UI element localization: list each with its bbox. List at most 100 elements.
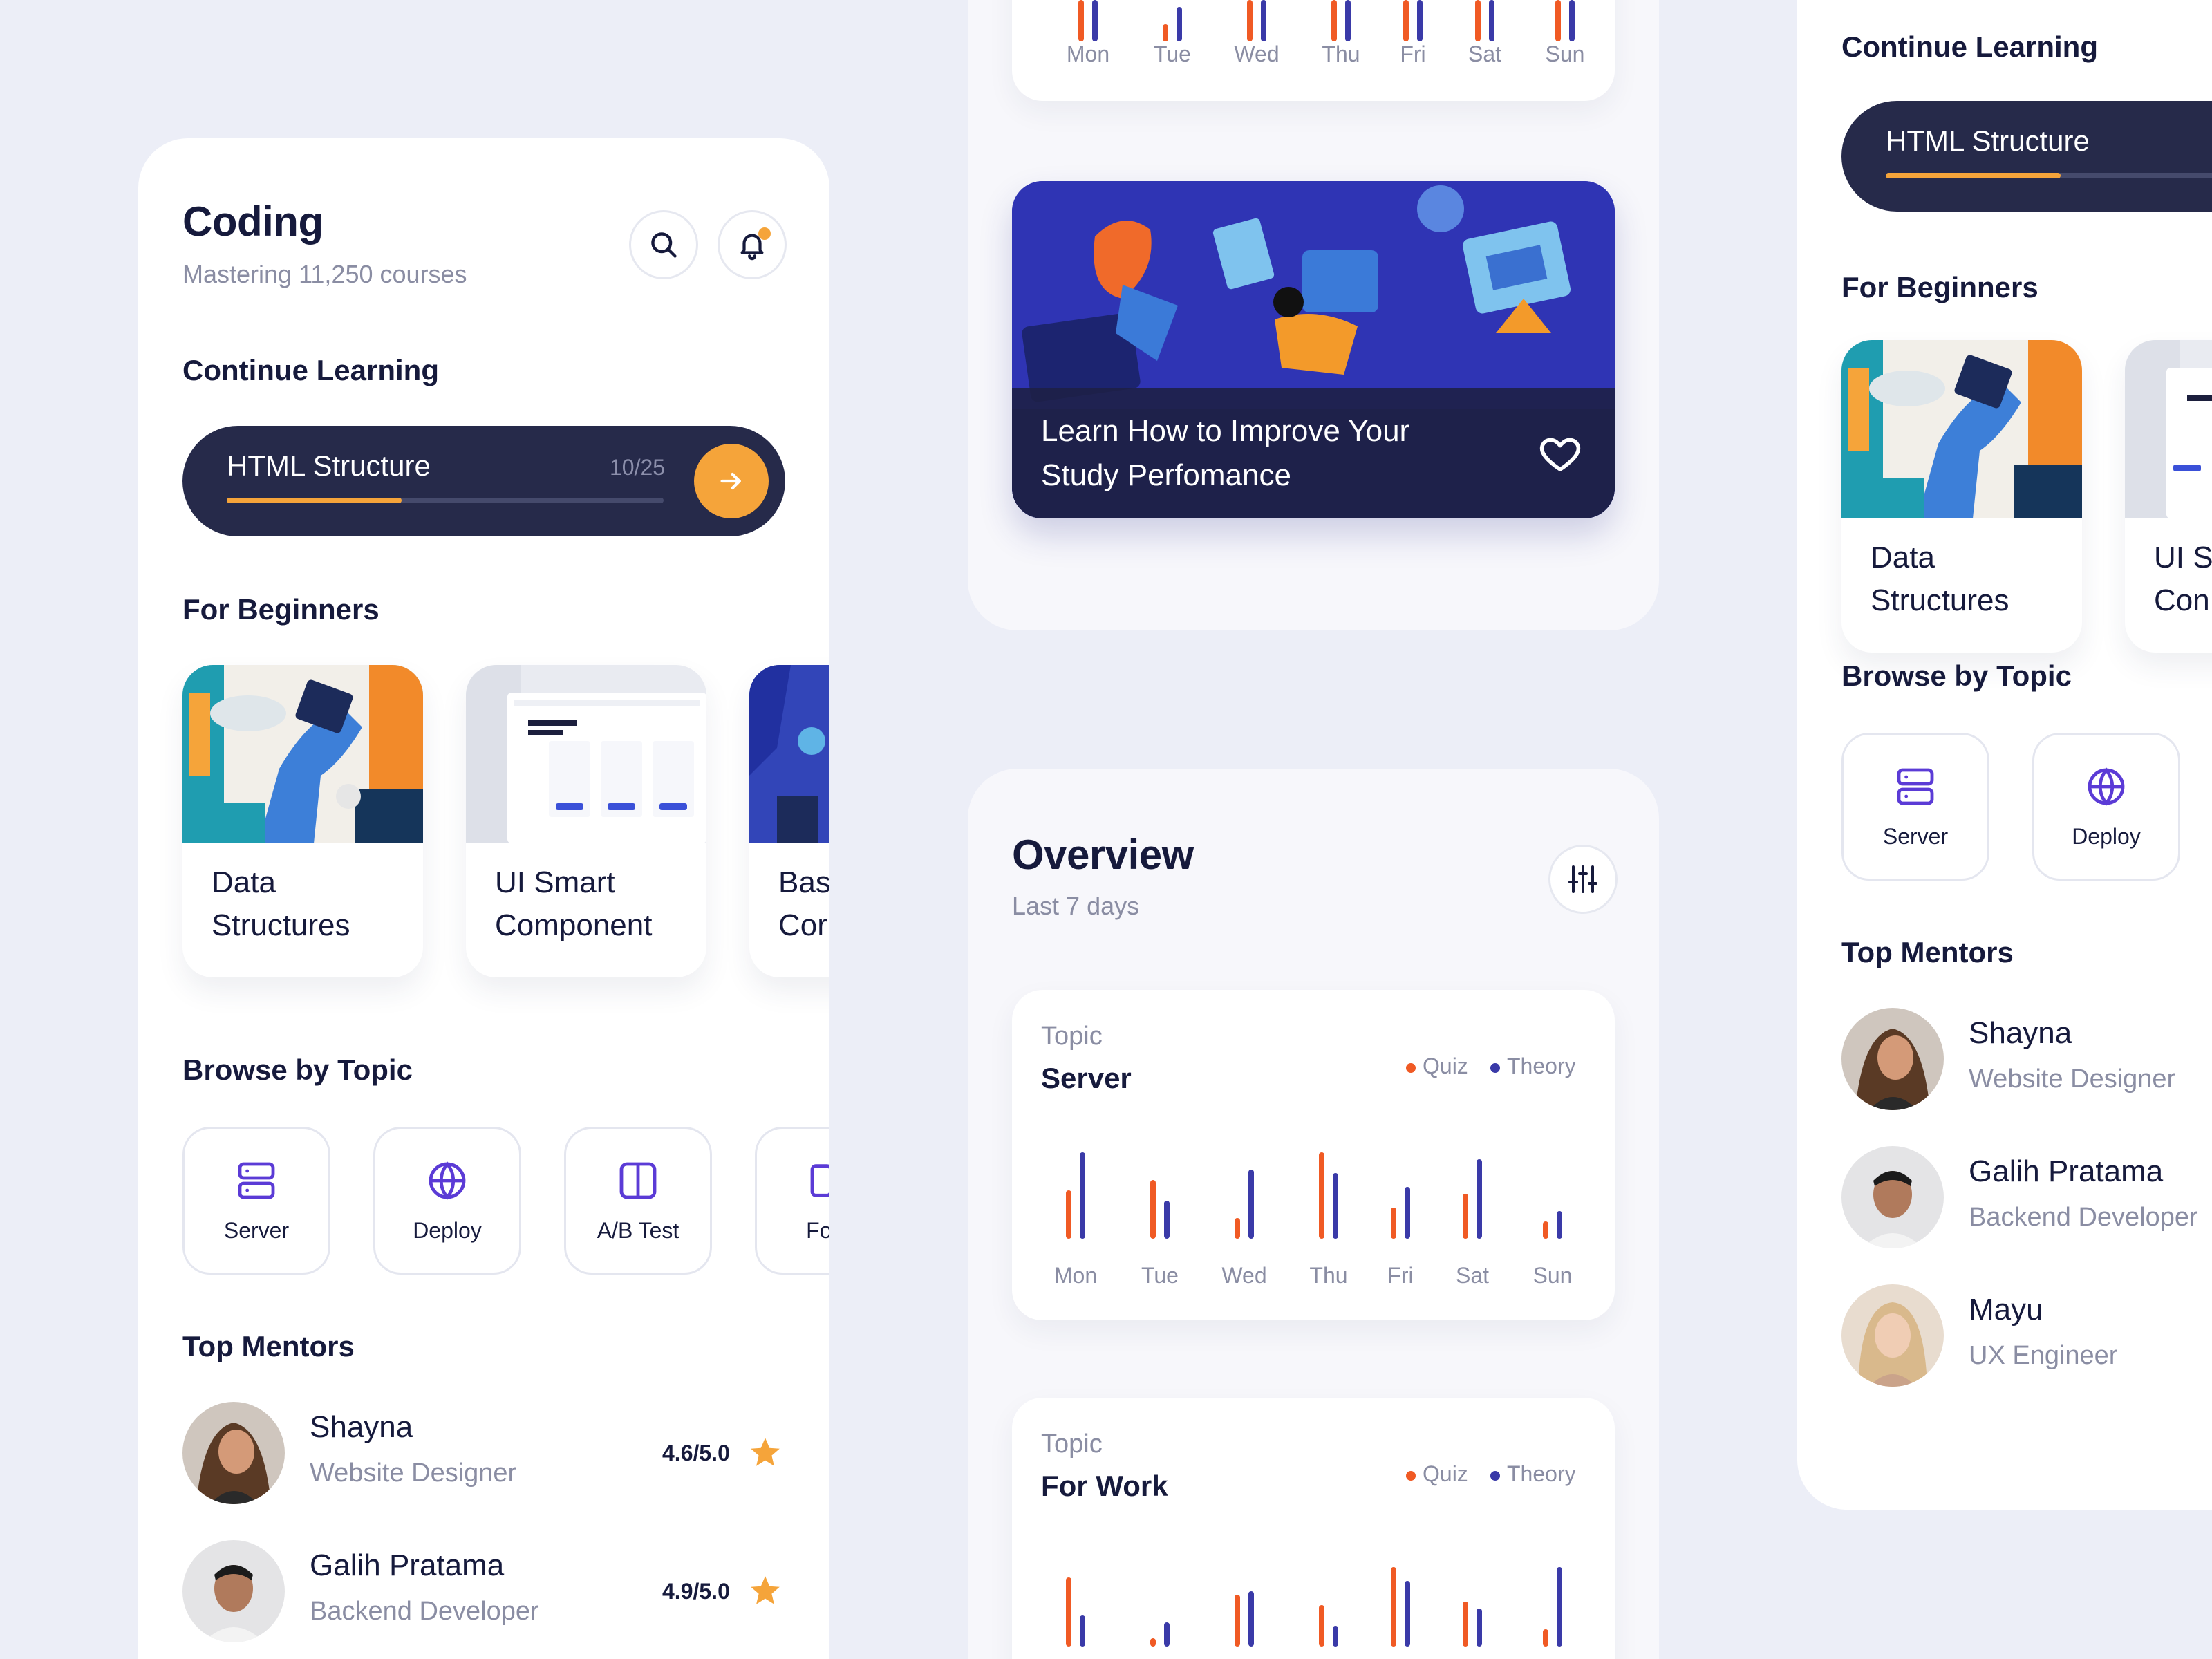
star-icon	[751, 1438, 780, 1466]
mentor-name: Shayna	[310, 1410, 413, 1444]
course-thumbnail	[182, 665, 423, 843]
topic-deploy[interactable]: Deploy	[2032, 733, 2180, 881]
continue-learning-heading: Continue Learning	[182, 354, 439, 386]
continue-course-pill[interactable]: HTML Structure 10/25	[182, 426, 785, 536]
topic-ab-test[interactable]: A/B Test	[564, 1127, 712, 1275]
mentor-name: Galih Pratama	[310, 1548, 505, 1582]
bar-wed-quiz	[1235, 1218, 1240, 1239]
bars-top-group	[1078, 0, 1575, 41]
right-phone-screen: Continue Learning HTML Structure For Beg…	[1797, 0, 2212, 1510]
browse-topic-heading: Browse by Topic	[182, 1053, 413, 1086]
bar-wed-theory	[1248, 1591, 1254, 1647]
mentor-rating: 4.9/5.0	[662, 1579, 730, 1604]
mentor-row[interactable]: Shayna Website Designer	[1841, 1008, 2212, 1112]
search-button[interactable]	[629, 210, 698, 279]
day-label: Tue	[1141, 1263, 1179, 1288]
promo-card[interactable]: Learn How to Improve Your Study Perfoman…	[1012, 181, 1615, 518]
bar-thu-quiz	[1331, 0, 1337, 41]
topic-label: Server	[223, 1217, 290, 1243]
mentor-name: Galih Pratama	[1969, 1154, 2164, 1188]
sliders-icon	[1568, 865, 1597, 893]
legend-quiz-dot	[1406, 1062, 1416, 1073]
topic-label: A/B Test	[597, 1217, 679, 1243]
legend-quiz: Quiz	[1406, 1461, 1468, 1487]
course-card-ui-smart-partial[interactable]: UI Sr Con	[2125, 340, 2212, 653]
chart-title: For Work	[1041, 1470, 1168, 1502]
day-label: Mon	[1054, 1263, 1097, 1288]
server-icon	[1897, 768, 1934, 805]
bar-sun-theory	[1557, 1567, 1562, 1647]
search-icon	[651, 232, 677, 258]
arrow-right-icon	[720, 472, 741, 490]
topic-server[interactable]: Server	[1841, 733, 1989, 881]
course-card-ui-smart-component[interactable]: UI Smart Component	[466, 665, 706, 977]
bar-sun-quiz	[1543, 1221, 1548, 1239]
bar-tue-quiz	[1150, 1638, 1156, 1647]
course-name-line1: Data	[212, 865, 276, 899]
day-label: Wed	[1234, 41, 1280, 66]
bar-wed-quiz	[1247, 0, 1253, 41]
bar-thu-quiz	[1319, 1605, 1324, 1647]
chart-topic-label: Topic	[1041, 1430, 1103, 1459]
server-icon	[238, 1162, 275, 1199]
mentor-row[interactable]: Galih Pratama Backend Developer 4.9/5.0	[182, 1540, 785, 1644]
continue-course-pill[interactable]: HTML Structure	[1841, 101, 2212, 212]
bar-fri-theory	[1405, 1581, 1410, 1647]
weekly-chart-card-top: Mon Tue Wed Thu Fri Sat Sun	[1012, 0, 1615, 101]
mentor-row[interactable]: Shayna Website Designer 4.6/5.0	[182, 1402, 785, 1506]
course-card-data-structures[interactable]: Data Structures	[1841, 340, 2082, 653]
bar-mon-theory	[1092, 0, 1098, 41]
day-label: Thu	[1309, 1263, 1347, 1288]
filter-button[interactable]	[1548, 845, 1618, 914]
overview-title: Overview	[1012, 832, 1194, 878]
notifications-button[interactable]	[718, 210, 787, 279]
continue-course-button[interactable]	[694, 444, 769, 518]
course-name-line2: Component	[495, 908, 653, 942]
page-subtitle: Mastering 11,250 courses	[182, 260, 467, 288]
legend-theory-dot	[1490, 1062, 1500, 1073]
bar-sun-quiz	[1543, 1629, 1548, 1647]
bar-mon-quiz	[1066, 1577, 1071, 1647]
day-label: Fri	[1387, 1263, 1413, 1288]
bar-wed-theory	[1261, 0, 1266, 41]
topic-for-work-partial[interactable]: For \	[755, 1127, 830, 1275]
bar-thu-theory	[1333, 1173, 1338, 1239]
course-progress-bar	[1886, 173, 2212, 178]
promo-title-line1: Learn How to Improve Your	[1041, 414, 1410, 448]
bar-tue-theory	[1164, 1622, 1170, 1647]
top-mentors-heading: Top Mentors	[1841, 936, 2014, 968]
course-card-partial[interactable]: Bas Cor	[749, 665, 830, 977]
bar-fri-theory	[1405, 1187, 1410, 1239]
bar-sat-theory	[1489, 0, 1494, 41]
course-card-data-structures[interactable]: Data Structures	[182, 665, 423, 977]
course-name-line2: Cor	[778, 908, 827, 942]
bar-tue-theory	[1164, 1201, 1170, 1239]
course-name-line1: UI Sr	[2154, 541, 2212, 574]
bar-fri-quiz	[1403, 0, 1409, 41]
mentor-name: Shayna	[1969, 1016, 2072, 1050]
browse-topic-heading: Browse by Topic	[1841, 659, 2072, 692]
top-mentors-heading: Top Mentors	[182, 1330, 355, 1362]
overview-subtitle: Last 7 days	[1012, 892, 1140, 920]
topic-label: Deploy	[2072, 823, 2141, 849]
topic-label: Deploy	[413, 1217, 482, 1243]
bar-sat-quiz	[1463, 1602, 1468, 1647]
legend-theory: Theory	[1490, 1053, 1576, 1079]
course-thumbnail	[1841, 340, 2082, 518]
topic-server[interactable]: Server	[182, 1127, 330, 1275]
topic-deploy[interactable]: Deploy	[373, 1127, 521, 1275]
mentor-row[interactable]: Galih Pratama Backend Developer	[1841, 1146, 2212, 1250]
day-label: Sun	[1545, 41, 1585, 66]
avatar	[1841, 1146, 1944, 1248]
mentor-row[interactable]: Mayu UX Engineer	[1841, 1284, 2212, 1388]
mentor-role: UX Engineer	[1969, 1341, 2118, 1370]
heart-icon[interactable]	[1537, 431, 1583, 477]
bar-tue-quiz	[1163, 24, 1168, 41]
bar-sat-quiz	[1463, 1194, 1468, 1239]
globe-icon	[429, 1161, 466, 1200]
star-icon	[751, 1576, 780, 1604]
course-progress-count: 10/25	[610, 455, 666, 480]
avatar	[1841, 1008, 1944, 1110]
mentor-role: Backend Developer	[1969, 1203, 2198, 1232]
course-progress-fill	[227, 498, 402, 503]
